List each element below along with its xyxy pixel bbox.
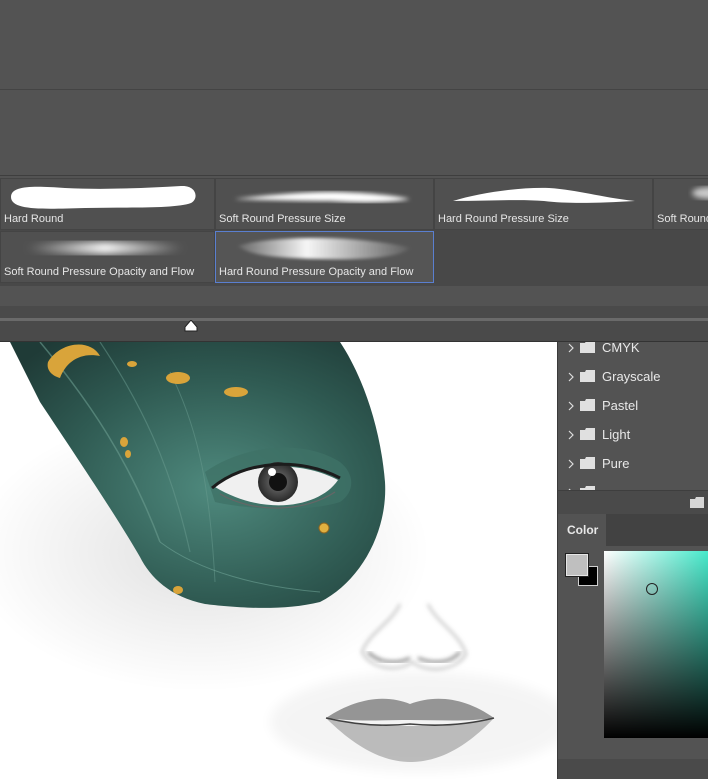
brush-label: Soft Round Pressure Size <box>219 213 346 225</box>
brush-label: Hard Round Pressure Opacity and Flow <box>219 266 414 278</box>
brush-stroke-preview <box>234 191 410 203</box>
swatch-group-row[interactable]: CMYK <box>558 342 708 363</box>
color-panel-bottom-bar <box>558 759 708 779</box>
brush-tile-soft-round[interactable]: Soft Round <box>653 178 708 230</box>
chevron-right-icon[interactable] <box>567 430 575 440</box>
brush-settings-panel-top <box>0 0 708 90</box>
swatch-group-name: Light <box>602 427 631 442</box>
swatch-group-row[interactable]: Pastel <box>558 392 708 421</box>
brush-label: Soft Round <box>657 213 708 225</box>
tab-color[interactable]: Color <box>558 514 606 546</box>
brush-label: Hard Round Pressure Size <box>438 213 569 225</box>
chevron-right-icon[interactable] <box>567 372 575 382</box>
brush-label: Soft Round Pressure Opacity and Flow <box>4 266 195 278</box>
brush-settings-panel-mid <box>0 90 708 176</box>
color-panel: Color <box>557 514 708 779</box>
brush-tile-hard-round-pressure-opacity-flow[interactable]: Hard Round Pressure Opacity and Flow <box>215 231 434 283</box>
folder-icon <box>580 399 595 411</box>
brush-size-slider[interactable] <box>0 306 708 342</box>
slider-thumb-icon[interactable] <box>184 320 198 332</box>
folder-icon <box>580 428 595 440</box>
swatch-group-row[interactable]: Grayscale <box>558 363 708 392</box>
new-folder-icon[interactable] <box>690 497 704 508</box>
brush-stroke-preview <box>25 242 185 254</box>
swatch-group-name: CMYK <box>602 342 640 355</box>
canvas-artwork-image <box>0 342 557 772</box>
brush-label: Hard Round <box>4 213 64 225</box>
brush-grid-footer <box>0 286 708 306</box>
foreground-color-swatch[interactable] <box>565 553 589 577</box>
brush-tile-hard-round[interactable]: Hard Round <box>0 178 215 230</box>
swatch-group-row-partial[interactable] <box>558 479 708 490</box>
document-canvas[interactable] <box>0 342 557 779</box>
brush-stroke-preview <box>11 185 196 209</box>
brush-tile-soft-round-pressure-opacity-flow[interactable]: Soft Round Pressure Opacity and Flow <box>0 231 215 283</box>
folder-icon <box>580 370 595 382</box>
swatch-group-name: Pure <box>602 456 630 471</box>
slider-track[interactable] <box>0 318 708 321</box>
chevron-right-icon[interactable] <box>567 343 575 353</box>
brush-stroke-preview <box>453 187 635 203</box>
chevron-right-icon[interactable] <box>567 459 575 469</box>
swatch-group-name: Pastel <box>602 398 639 413</box>
swatch-group-row[interactable]: Pure <box>558 450 708 479</box>
swatch-group-row[interactable]: Light <box>558 421 708 450</box>
photoshop-workspace: Hard Round Soft Round Pressure Size Hard… <box>0 0 708 779</box>
swatches-panel: CMYK Grayscale Pastel Light Pure <box>557 342 708 490</box>
brush-tile-hard-round-pressure-size[interactable]: Hard Round Pressure Size <box>434 178 653 230</box>
folder-icon <box>580 342 595 353</box>
swatches-panel-footer <box>557 490 708 514</box>
folder-icon <box>580 457 595 469</box>
swatch-group-name: Grayscale <box>602 369 661 384</box>
color-picker-marker[interactable] <box>646 583 658 595</box>
brush-stroke-preview <box>692 187 708 199</box>
brush-tile-soft-round-pressure-size[interactable]: Soft Round Pressure Size <box>215 178 434 230</box>
color-picker-field[interactable] <box>604 551 708 738</box>
brush-presets-grid: Hard Round Soft Round Pressure Size Hard… <box>0 178 708 286</box>
color-panel-tabbar: Color <box>558 514 708 546</box>
chevron-right-icon[interactable] <box>567 401 575 411</box>
brush-stroke-preview <box>238 238 410 260</box>
